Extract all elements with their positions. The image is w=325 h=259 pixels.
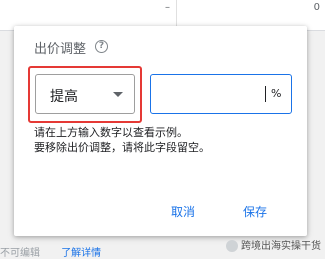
table-cell: 0 [313, 2, 320, 13]
helper-text: 要移除出价调整，请将此字段留空。 [34, 141, 210, 154]
footer-link[interactable]: 了解详情 [61, 248, 101, 259]
footer-text: 不可编辑 [0, 248, 40, 259]
helper-text: 请在上方输入数字以查看示例。 [34, 126, 188, 139]
table-cell: – [165, 2, 170, 13]
wechat-icon [226, 240, 238, 252]
background-footer: 不可编辑 了解详情 [0, 244, 101, 259]
bid-adjustment-dialog: 出价调整 ? 提高 % 请在上方输入数字以查看示例。 要移除出价调整，请将此字段… [14, 26, 307, 236]
select-value: 提高 [50, 89, 78, 105]
dialog-title: 出价调整 [34, 42, 87, 57]
help-circle-icon[interactable]: ? [95, 40, 108, 53]
cancel-button[interactable]: 取消 [171, 203, 195, 220]
watermark-text: 跨境出海实操干货 [241, 241, 321, 252]
watermark: 跨境出海实操干货 [226, 237, 321, 252]
text-cursor [265, 86, 266, 102]
adjust-direction-select[interactable]: 提高 [35, 74, 135, 114]
percent-suffix: % [271, 87, 282, 100]
dropdown-caret-icon [113, 92, 123, 97]
percent-input[interactable]: % [150, 74, 292, 114]
save-button[interactable]: 保存 [243, 203, 267, 220]
